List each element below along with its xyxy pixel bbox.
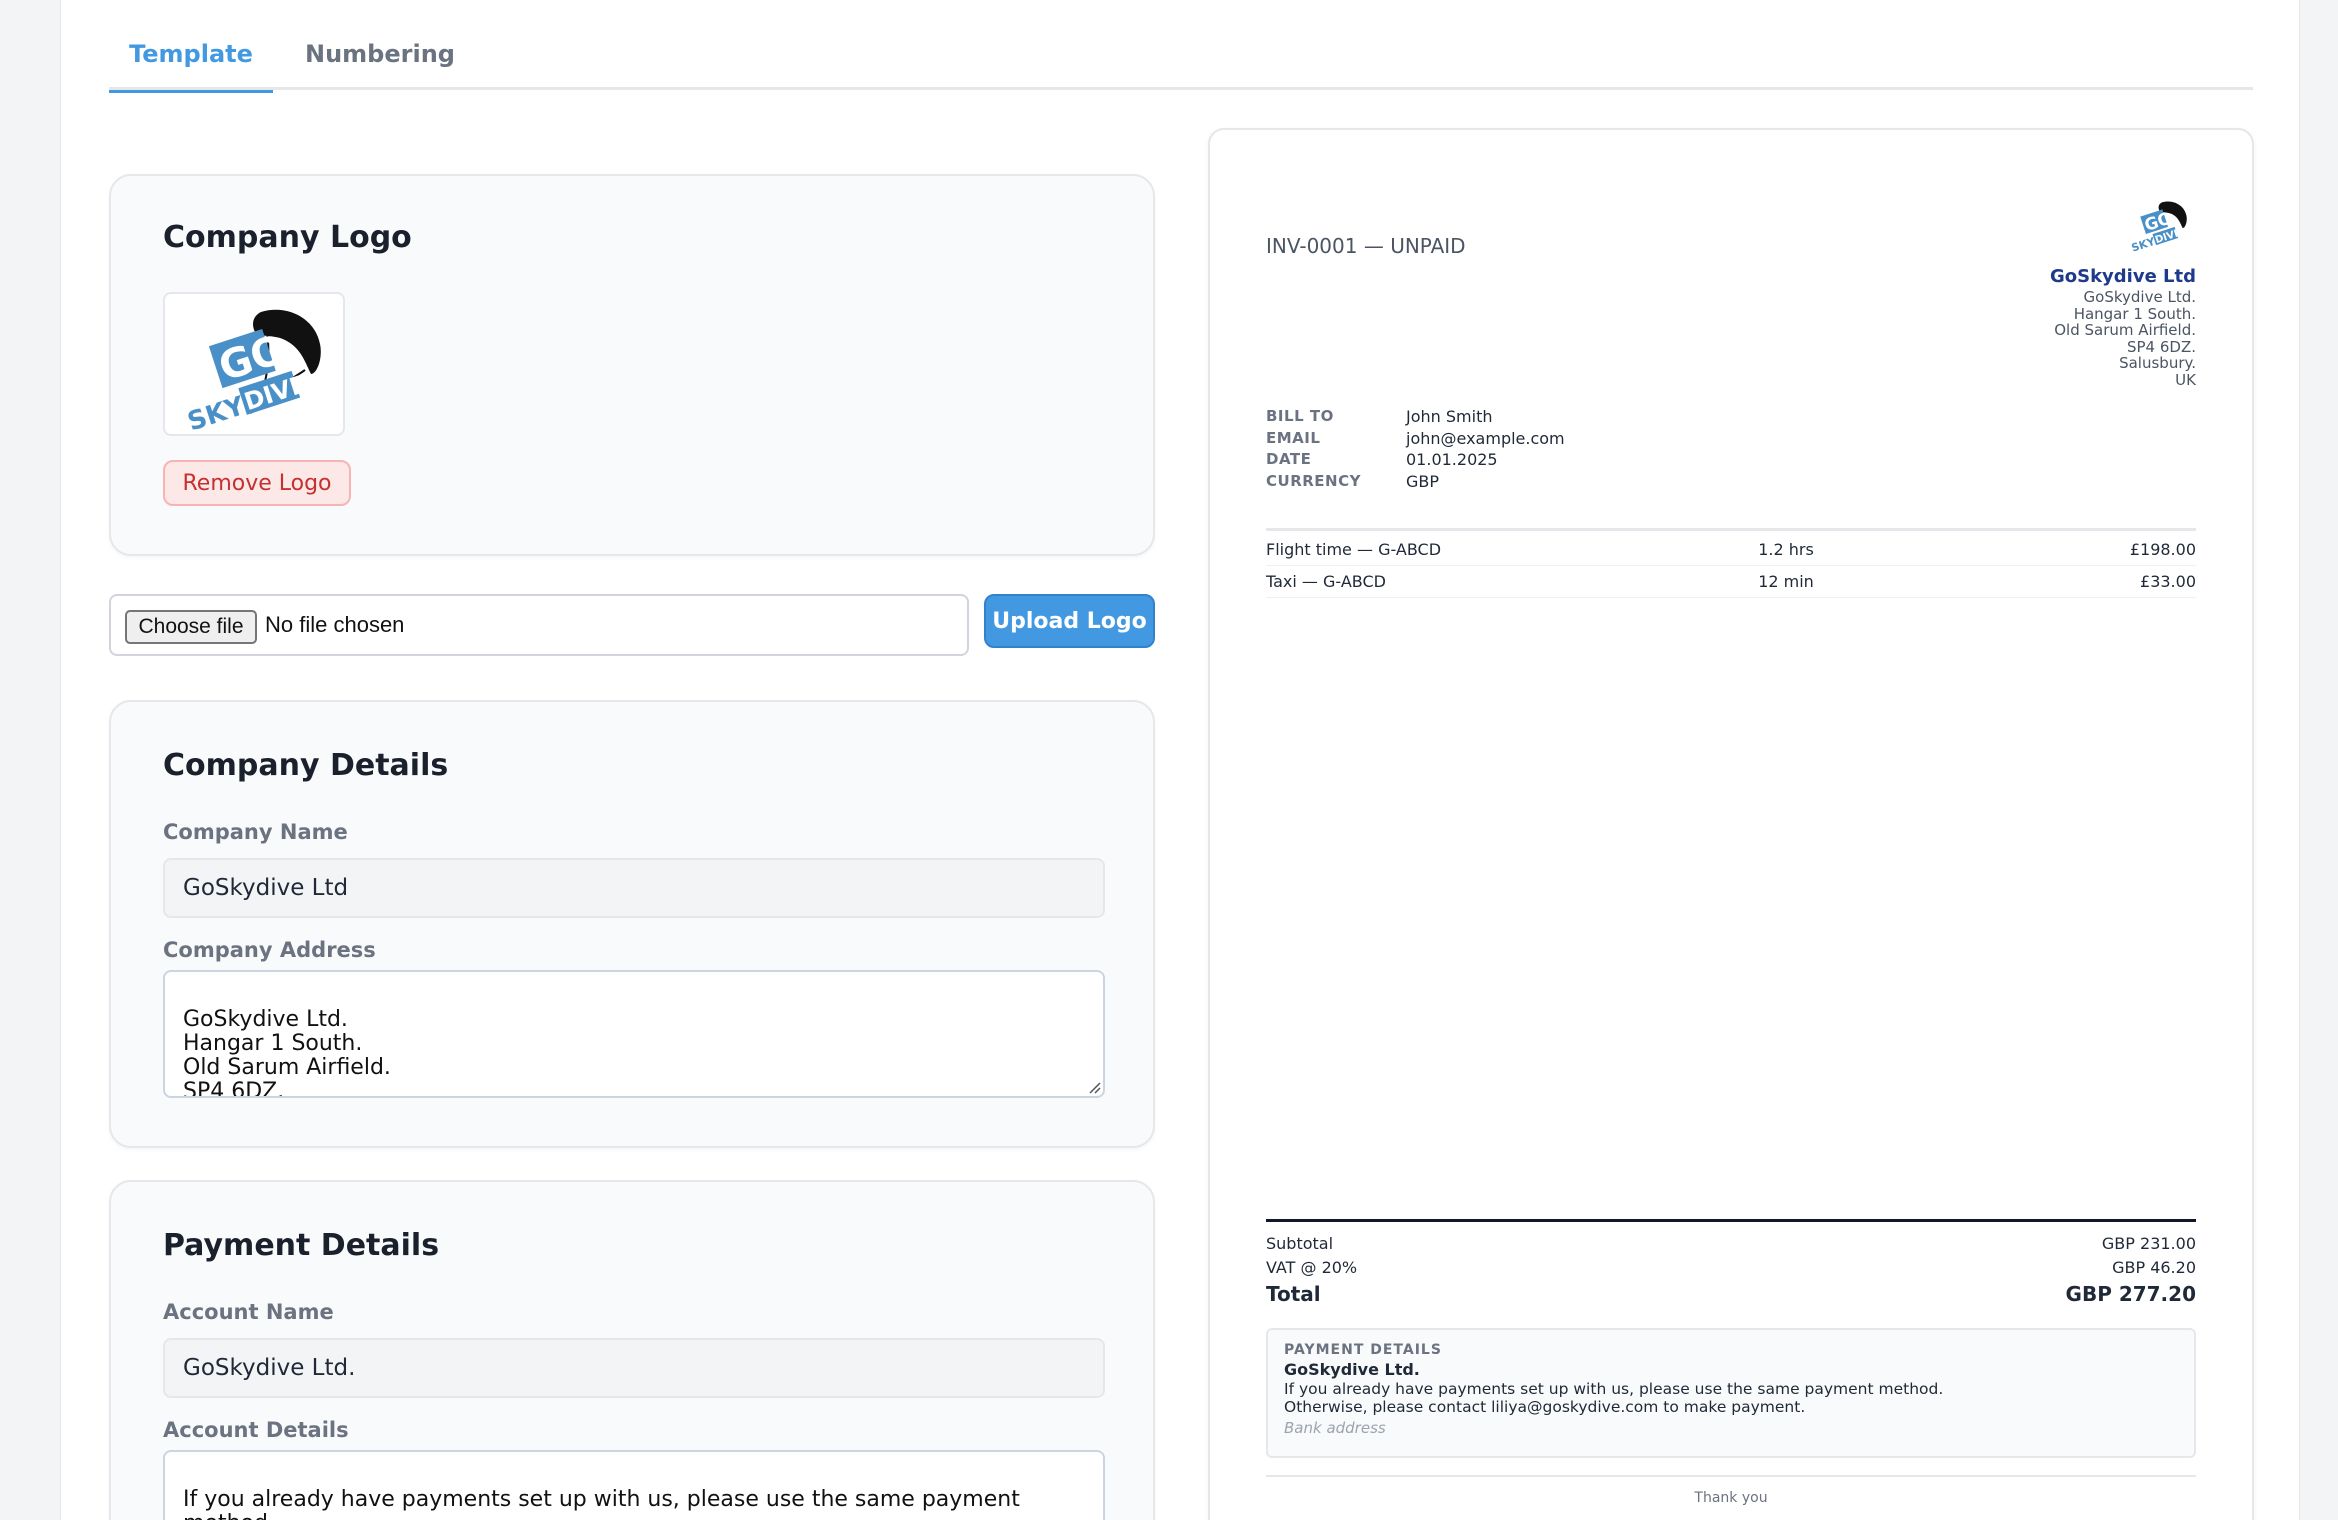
item-quantity: 12 min bbox=[1758, 572, 1814, 591]
items-divider bbox=[1266, 528, 2196, 531]
file-status-text: No file chosen bbox=[265, 612, 405, 637]
bank-address-placeholder: Bank address bbox=[1284, 1419, 1386, 1437]
bill-row: CURRENCY GBP bbox=[1266, 472, 1766, 494]
company-address-label: Company Address bbox=[163, 938, 376, 962]
svg-text:SKY: SKY bbox=[2130, 235, 2157, 254]
bill-key: DATE bbox=[1266, 450, 1312, 468]
vat-label: VAT @ 20% bbox=[1266, 1258, 1358, 1277]
invoice-address-line: Hangar 1 South. bbox=[2073, 304, 2196, 323]
bill-row: EMAIL john@example.com bbox=[1266, 429, 1766, 451]
invoice-id-status: INV-0001 — UNPAID bbox=[1266, 234, 1466, 258]
tab-numbering[interactable]: Numbering bbox=[305, 40, 455, 90]
upload-logo-button[interactable]: Upload Logo bbox=[984, 594, 1155, 648]
goskydive-logo-icon: GO SKY DIVE bbox=[184, 309, 321, 438]
payment-details-title: Payment Details bbox=[163, 1228, 440, 1263]
account-name-input[interactable]: GoSkydive Ltd. bbox=[163, 1338, 1105, 1398]
invoice-preview: INV-0001 — UNPAID GO SKY DIVE GoSkydive … bbox=[1208, 128, 2254, 1520]
bill-row: DATE 01.01.2025 bbox=[1266, 450, 1766, 472]
resize-grip-icon[interactable] bbox=[1087, 1080, 1101, 1094]
remove-logo-button[interactable]: Remove Logo bbox=[163, 460, 351, 506]
invoice-address-line: UK bbox=[2175, 370, 2196, 389]
item-amount: £33.00 bbox=[2140, 572, 2196, 591]
bill-key: CURRENCY bbox=[1266, 471, 1361, 490]
invoice-address-line: Old Sarum Airfield. bbox=[2054, 321, 2196, 339]
bill-value: 01.01.2025 bbox=[1406, 450, 1498, 469]
invoice-payment-box: PAYMENT DETAILS GoSkydive Ltd. If you al… bbox=[1266, 1328, 2196, 1458]
company-name-label: Company Name bbox=[163, 820, 348, 844]
footer-divider bbox=[1266, 1475, 2196, 1477]
invoice-address-line: SP4 6DZ. bbox=[2126, 337, 2196, 356]
bill-key: EMAIL bbox=[1266, 428, 1321, 447]
payment-details-card: Payment Details Account Name GoSkydive L… bbox=[109, 1180, 1155, 1520]
company-details-title: Company Details bbox=[163, 748, 449, 783]
invoice-company-block: GoSkydive Ltd GoSkydive Ltd. Hangar 1 So… bbox=[1796, 265, 2196, 388]
subtotal-label: Subtotal bbox=[1266, 1234, 1334, 1253]
total-value: GBP 277.20 bbox=[2065, 1282, 2196, 1306]
choose-file-button[interactable]: Choose file bbox=[125, 610, 257, 644]
tab-template[interactable]: Template bbox=[109, 40, 273, 93]
totals-divider bbox=[1266, 1219, 2196, 1222]
bill-row: BILL TO John Smith bbox=[1266, 407, 1766, 429]
line-item-row: Flight time — G-ABCD 1.2 hrs £198.00 bbox=[1266, 534, 2196, 566]
payment-box-title: PAYMENT DETAILS bbox=[1284, 1342, 1442, 1358]
item-quantity: 1.2 hrs bbox=[1758, 540, 1814, 559]
total-label: Total bbox=[1266, 1282, 1321, 1306]
tab-bar: Template Numbering bbox=[109, 0, 2253, 93]
company-address-text: GoSkydive Ltd. Hangar 1 South. Old Sarum… bbox=[183, 1007, 391, 1098]
account-details-textarea[interactable]: If you already have payments set up with… bbox=[163, 1450, 1105, 1520]
logo-preview: GO SKY DIVE bbox=[163, 292, 345, 438]
item-description: Taxi — G-ABCD bbox=[1266, 572, 1386, 591]
invoice-address-line: GoSkydive Ltd. bbox=[2083, 288, 2196, 306]
company-logo-card: Company Logo GO SKY DIVE Remove Logo bbox=[109, 174, 1155, 556]
vat-value: GBP 46.20 bbox=[2112, 1258, 2196, 1277]
subtotal-row: Subtotal GBP 231.00 bbox=[1266, 1234, 2196, 1253]
vat-row: VAT @ 20% GBP 46.20 bbox=[1266, 1258, 2196, 1277]
bill-value: GBP bbox=[1406, 471, 1440, 491]
account-details-label: Account Details bbox=[163, 1418, 349, 1442]
total-row: Total GBP 277.20 bbox=[1266, 1282, 2196, 1306]
payment-box-name: GoSkydive Ltd. bbox=[1284, 1360, 1420, 1379]
company-logo-title: Company Logo bbox=[163, 220, 412, 255]
bill-to-block: BILL TO John Smith EMAIL john@example.co… bbox=[1266, 407, 1766, 493]
line-item-row: Taxi — G-ABCD 12 min £33.00 bbox=[1266, 566, 2196, 598]
bill-key: BILL TO bbox=[1266, 407, 1334, 425]
account-name-label: Account Name bbox=[163, 1300, 334, 1324]
invoice-address-line: Salusbury. bbox=[2119, 354, 2196, 372]
bill-value: john@example.com bbox=[1406, 428, 1565, 448]
settings-panel: Template Numbering Company Logo GO SKY D… bbox=[60, 0, 2300, 1520]
payment-box-text: If you already have payments set up with… bbox=[1284, 1380, 1944, 1416]
account-details-text: If you already have payments set up with… bbox=[183, 1487, 1020, 1520]
company-details-card: Company Details Company Name GoSkydive L… bbox=[109, 700, 1155, 1148]
logo-file-input[interactable]: Choose file No file chosen bbox=[109, 594, 969, 656]
item-description: Flight time — G-ABCD bbox=[1266, 540, 1442, 559]
invoice-logo-icon: GO SKY DIVE bbox=[2130, 201, 2187, 254]
bill-value: John Smith bbox=[1406, 407, 1493, 426]
thank-you-text: Thank you bbox=[1694, 1490, 1768, 1506]
company-name-input[interactable]: GoSkydive Ltd bbox=[163, 858, 1105, 918]
company-address-textarea[interactable]: GoSkydive Ltd. Hangar 1 South. Old Sarum… bbox=[163, 970, 1105, 1098]
subtotal-value: GBP 231.00 bbox=[2101, 1234, 2196, 1253]
svg-text:SKY: SKY bbox=[184, 391, 249, 434]
item-amount: £198.00 bbox=[2129, 540, 2196, 559]
invoice-company-name: GoSkydive Ltd bbox=[2049, 266, 2196, 287]
